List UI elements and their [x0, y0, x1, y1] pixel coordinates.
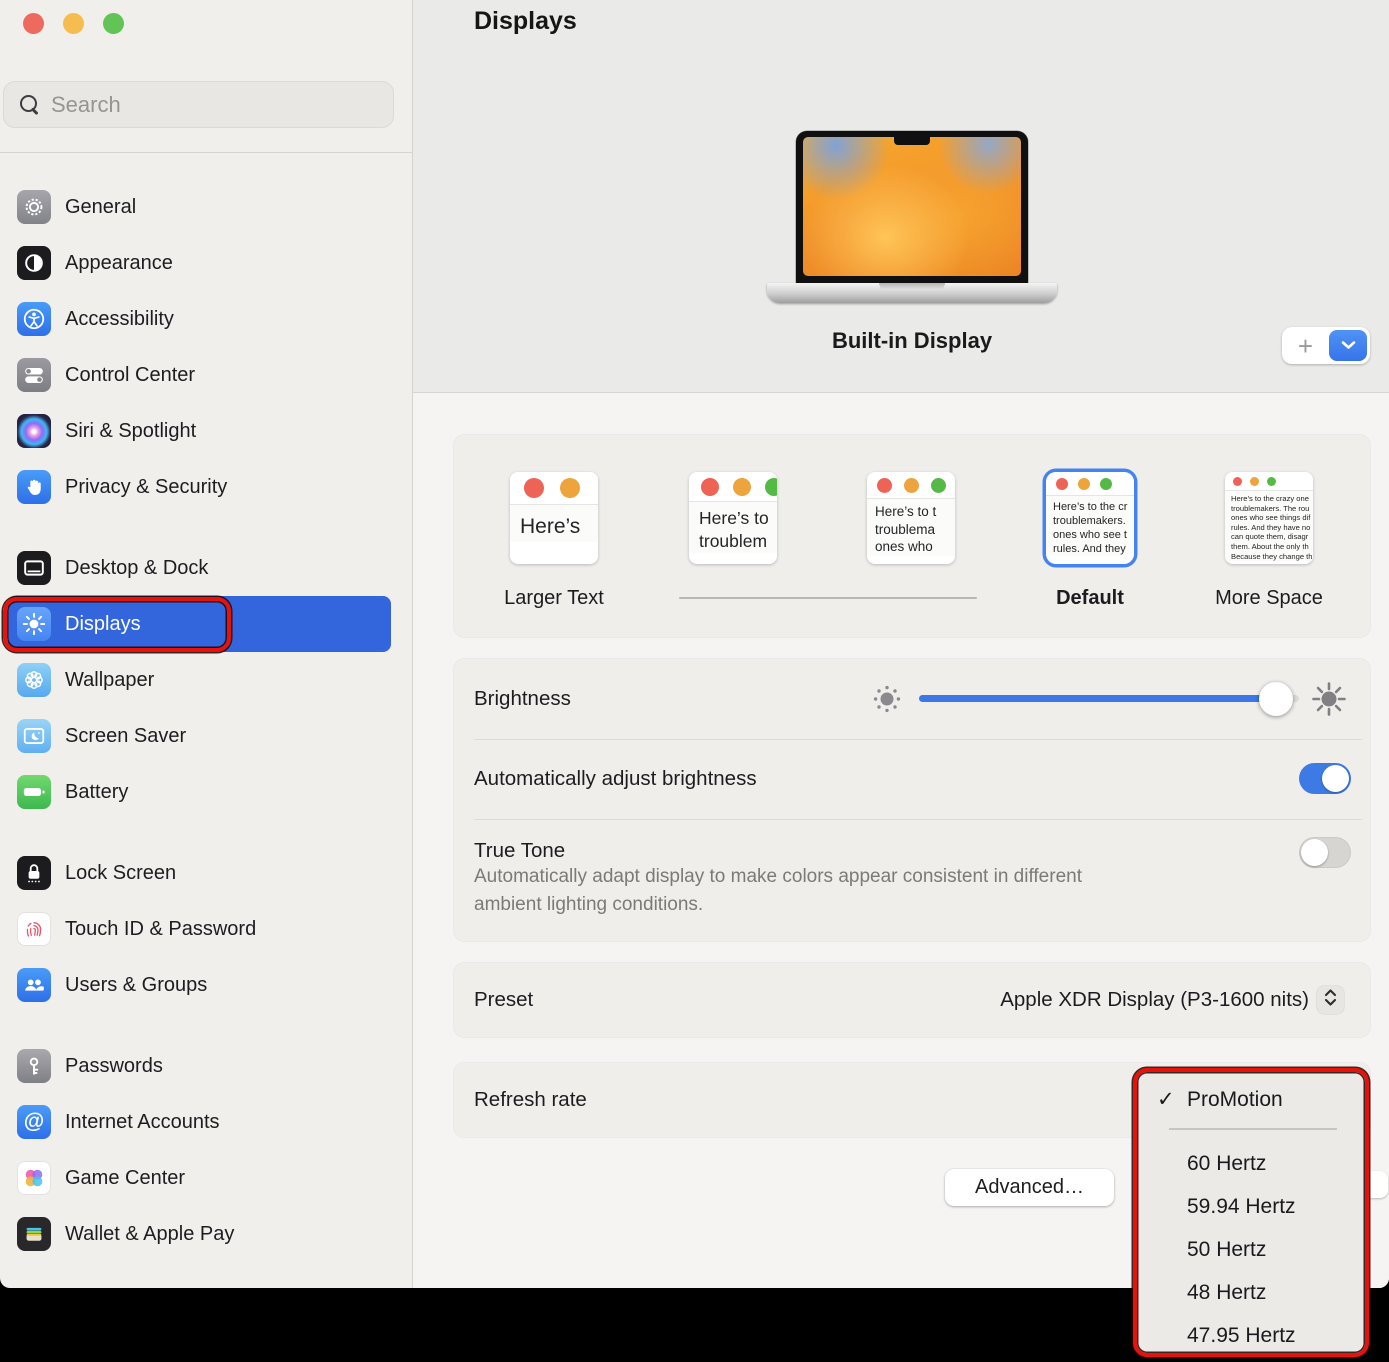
text-size-option-2[interactable]: Here’s totroublem — [689, 472, 777, 564]
laptop-wallpaper — [803, 137, 1021, 276]
battery-icon — [17, 775, 51, 809]
add-display-chevron-button[interactable] — [1329, 330, 1367, 361]
sidebar-item-battery[interactable]: Battery — [8, 764, 391, 820]
brightness-row: Brightness — [454, 659, 1370, 739]
preset-value[interactable]: Apple XDR Display (P3-1600 nits) — [1000, 963, 1309, 1037]
search-icon — [20, 95, 40, 115]
add-display-plus-button[interactable]: + — [1282, 333, 1329, 359]
lock-icon — [17, 856, 51, 890]
sidebar-item-accessibility[interactable]: Accessibility — [8, 291, 391, 347]
brightness-card: Brightness Automatically adjust brightne… — [454, 659, 1370, 941]
sidebar-item-wallet[interactable]: Wallet & Apple Pay — [8, 1206, 391, 1262]
preset-label: Preset — [474, 963, 533, 1037]
built-in-display-image — [767, 131, 1057, 305]
text-size-track-line — [679, 597, 977, 599]
appearance-icon — [17, 246, 51, 280]
sidebar-divider — [0, 152, 412, 153]
search-field[interactable] — [3, 81, 394, 128]
menu-separator — [1169, 1128, 1337, 1130]
moon-icon — [17, 719, 51, 753]
brightness-label: Brightness — [474, 687, 571, 711]
minimize-button[interactable] — [63, 13, 84, 34]
menu-item-59-94hz[interactable]: 59.94 Hertz — [1137, 1185, 1365, 1228]
larger-text-label: Larger Text — [474, 584, 634, 612]
users-icon — [17, 968, 51, 1002]
sidebar-item-control-center[interactable]: Control Center — [8, 347, 391, 403]
accessibility-icon — [17, 302, 51, 336]
traffic-lights — [23, 13, 124, 34]
true-tone-label: True Tone — [474, 839, 565, 863]
sidebar-item-desktop-dock[interactable]: Desktop & Dock — [8, 540, 391, 596]
auto-brightness-row: Automatically adjust brightness — [454, 739, 1370, 819]
up-down-chevrons-icon — [1322, 988, 1339, 1012]
siri-icon — [17, 414, 51, 448]
control-center-icon — [17, 358, 51, 392]
game-center-icon — [17, 1161, 51, 1195]
sidebar-item-game-center[interactable]: Game Center — [8, 1150, 391, 1206]
annotation-refresh-rate-menu: ✓ProMotion 60 Hertz 59.94 Hertz 50 Hertz… — [1133, 1068, 1369, 1357]
sidebar-item-internet-accounts[interactable]: @ Internet Accounts — [8, 1094, 391, 1150]
add-display-split-button: + — [1282, 327, 1370, 364]
text-size-card: Here’s Here’s totroublem Here’s to ttrou… — [454, 435, 1370, 637]
sidebar-item-displays[interactable]: Displays — [8, 596, 391, 652]
sidebar-item-screen-saver[interactable]: Screen Saver — [8, 708, 391, 764]
sidebar-item-privacy-security[interactable]: Privacy & Security — [8, 459, 391, 515]
laptop-screen — [796, 131, 1028, 284]
sidebar-item-touch-id[interactable]: Touch ID & Password — [8, 901, 391, 957]
refresh-rate-label: Refresh rate — [474, 1063, 587, 1137]
more-space-label: More Space — [1189, 584, 1349, 612]
desktop-dock-icon — [17, 551, 51, 585]
displays-header: Displays Built-in Display + — [413, 0, 1389, 393]
key-icon — [17, 1049, 51, 1083]
refresh-rate-menu: ✓ProMotion 60 Hertz 59.94 Hertz 50 Hertz… — [1137, 1072, 1365, 1353]
sidebar-item-wallpaper[interactable]: Wallpaper — [8, 652, 391, 708]
auto-brightness-label: Automatically adjust brightness — [474, 767, 757, 791]
page-title: Displays — [474, 7, 577, 36]
wallet-icon — [17, 1217, 51, 1251]
text-size-option-larger-text[interactable]: Here’s — [510, 472, 598, 564]
true-tone-toggle[interactable] — [1299, 837, 1351, 868]
sidebar-item-lock-screen[interactable]: Lock Screen — [8, 845, 391, 901]
sidebar-item-siri-spotlight[interactable]: Siri & Spotlight — [8, 403, 391, 459]
sidebar-item-passwords[interactable]: Passwords — [8, 1038, 391, 1094]
menu-item-47-95hz[interactable]: 47.95 Hertz — [1137, 1314, 1365, 1357]
brightness-dim-icon — [872, 684, 902, 719]
preset-popup-button[interactable] — [1317, 986, 1344, 1014]
sidebar: General Appearance Accessibility Control… — [0, 0, 413, 1288]
gear-icon — [17, 190, 51, 224]
display-name-label: Built-in Display — [767, 328, 1057, 354]
text-size-option-default[interactable]: Here’s to the crtroublemakers.ones who s… — [1046, 472, 1134, 564]
default-label: Default — [1010, 584, 1170, 612]
menu-item-50hz[interactable]: 50 Hertz — [1137, 1228, 1365, 1271]
true-tone-row: True Tone Automatically adapt display to… — [454, 819, 1370, 941]
true-tone-description: Automatically adapt display to make colo… — [474, 863, 1124, 919]
menu-item-promotion[interactable]: ✓ProMotion — [1137, 1080, 1365, 1120]
brightness-bright-icon — [1311, 681, 1347, 722]
laptop-base — [767, 283, 1057, 303]
sun-icon — [17, 607, 51, 641]
sidebar-item-general[interactable]: General — [8, 179, 391, 235]
zoom-button[interactable] — [103, 13, 124, 34]
at-icon: @ — [17, 1105, 51, 1139]
preset-card: Preset Apple XDR Display (P3-1600 nits) — [454, 963, 1370, 1037]
auto-brightness-toggle[interactable] — [1299, 763, 1351, 794]
fingerprint-icon — [17, 912, 51, 946]
text-size-option-more-space[interactable]: Here’s to the crazy onetroublemakers. Th… — [1225, 472, 1313, 564]
checkmark-icon: ✓ — [1157, 1080, 1187, 1120]
brightness-slider[interactable] — [919, 695, 1299, 702]
chevron-down-icon — [1341, 338, 1356, 353]
flower-icon — [17, 663, 51, 697]
sidebar-nav: General Appearance Accessibility Control… — [0, 179, 412, 1262]
close-button[interactable] — [23, 13, 44, 34]
hand-icon — [17, 470, 51, 504]
brightness-slider-knob[interactable] — [1259, 682, 1293, 716]
menu-item-48hz[interactable]: 48 Hertz — [1137, 1271, 1365, 1314]
sidebar-item-appearance[interactable]: Appearance — [8, 235, 391, 291]
menu-item-60hz[interactable]: 60 Hertz — [1137, 1142, 1365, 1185]
laptop-notch — [894, 137, 930, 145]
sidebar-item-users-groups[interactable]: Users & Groups — [8, 957, 391, 1013]
search-input[interactable] — [40, 92, 393, 118]
text-size-option-3[interactable]: Here’s to ttroublemaones who — [867, 472, 955, 564]
advanced-button[interactable]: Advanced… — [945, 1169, 1114, 1206]
